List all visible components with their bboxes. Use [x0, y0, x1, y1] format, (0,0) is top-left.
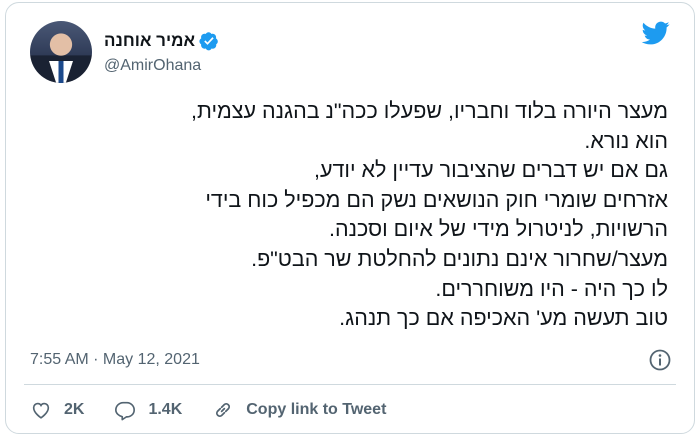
author-info: אמיר אוחנה @AmirOhana: [104, 29, 219, 75]
reply-count: 1.4K: [148, 401, 183, 418]
tweet-line: מעצר היורה בלוד וחבריו, שפעלו ככה"נ בהגנ…: [191, 99, 668, 123]
name-row: אמיר אוחנה: [104, 29, 219, 53]
link-icon: [216, 403, 231, 417]
tweet-header: אמיר אוחנה @AmirOhana: [30, 21, 219, 83]
tweet-meta: 7:55 AM · May 12, 2021: [30, 348, 672, 372]
avatar[interactable]: [30, 21, 92, 83]
tweet-line: הוא נורא.: [584, 128, 668, 153]
verified-badge-icon: [199, 32, 218, 51]
tweet-timestamp[interactable]: 7:55 AM · May 12, 2021: [30, 351, 200, 369]
tweet-line: הרשויות, לניטרול מידי של איום וסכנה.: [328, 217, 668, 242]
tweet-text: מעצר היורה בלוד וחבריו, שפעלו ככה"נ בהגנ…: [20, 97, 668, 334]
tweet-line: אזרחים שומרי חוק הנושאים נשק הם מכפיל כו…: [205, 187, 668, 212]
tweet-card: אמיר אוחנה @AmirOhana מעצר היורה בלוד וח…: [5, 2, 695, 434]
tweet-line: מעצר/שחרור אינם נתונים להחלטת שר הבט"פ.: [251, 246, 668, 271]
tweet-line: גם אם יש דברים שהציבור עדיין לא יודע,: [314, 158, 668, 183]
heart-icon: [32, 402, 50, 419]
like-count: 2K: [64, 401, 85, 418]
info-icon[interactable]: [648, 348, 672, 372]
author-display-name[interactable]: אמיר אוחנה: [104, 31, 195, 51]
divider: [24, 384, 676, 385]
tweet-actions: 2K 1.4K Copy link to Tweet: [30, 399, 416, 421]
like-button[interactable]: 2K: [30, 399, 84, 421]
tweet-line: לו כך היה - היו משוחררים.: [435, 276, 668, 301]
tweet-line: טוב תעשה מע' האכיפה אם כך תנהג.: [339, 306, 668, 331]
author-handle[interactable]: @AmirOhana: [104, 57, 219, 75]
copy-link-label: Copy link to Tweet: [246, 401, 387, 418]
reply-icon: [115, 401, 136, 421]
twitter-logo-icon[interactable]: [640, 19, 672, 47]
reply-button[interactable]: 1.4K: [114, 399, 182, 421]
copy-link-button[interactable]: Copy link to Tweet: [212, 399, 386, 421]
